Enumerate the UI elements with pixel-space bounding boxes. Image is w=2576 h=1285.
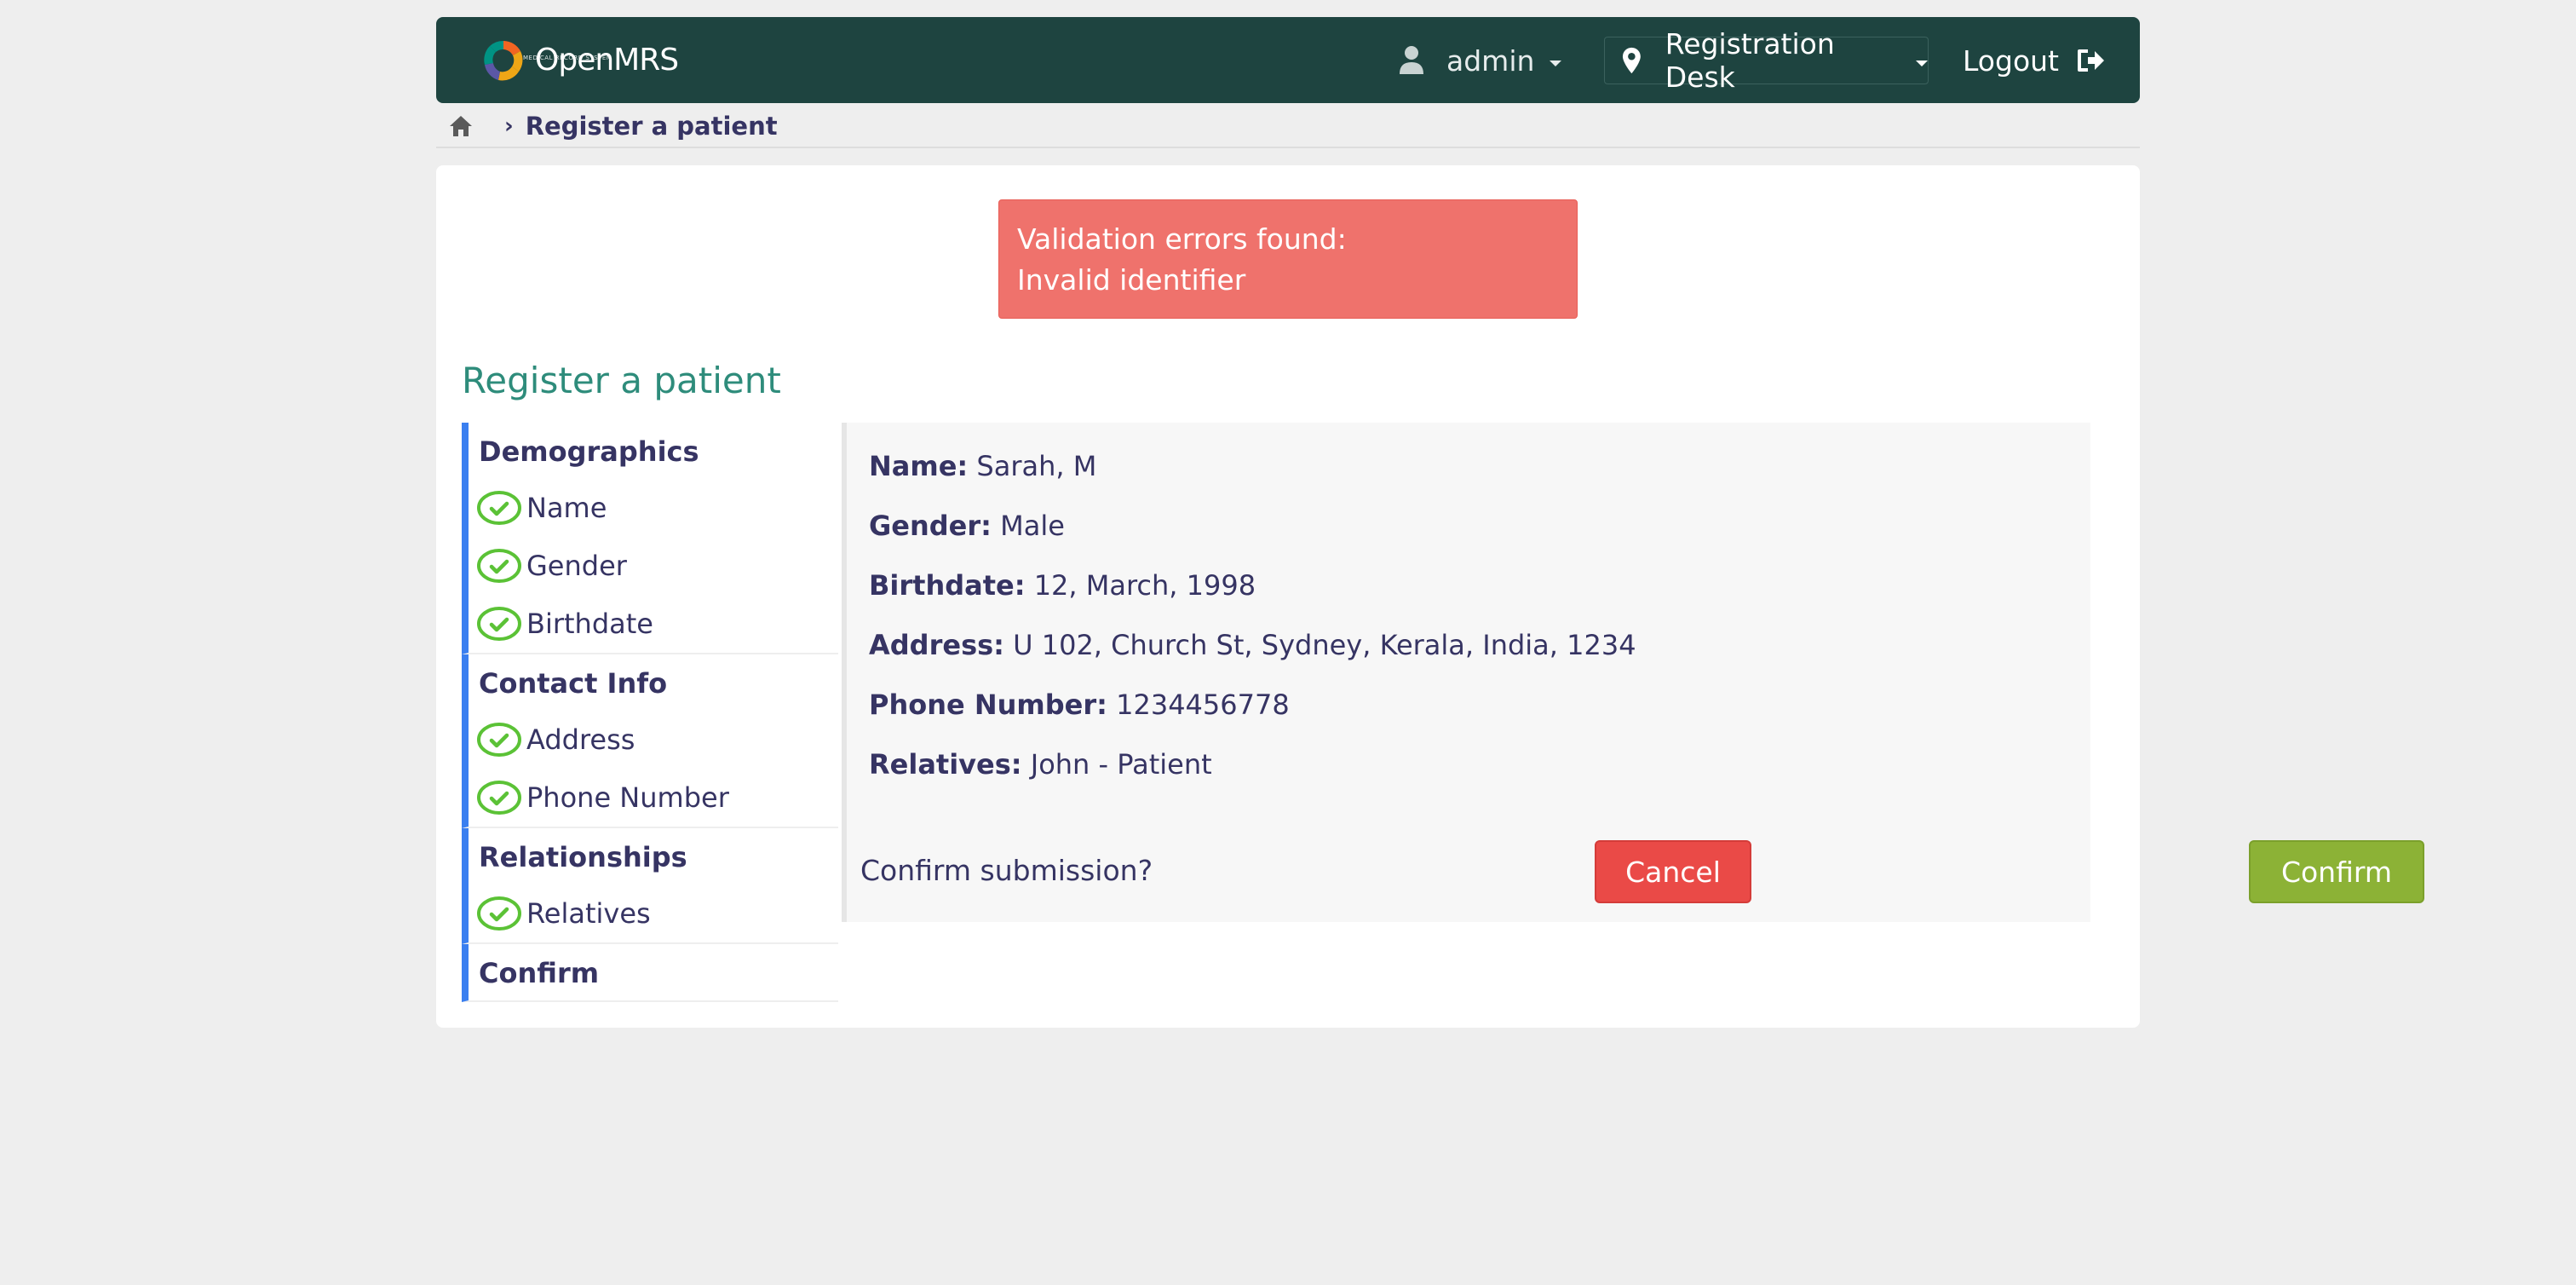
- step-header-confirm[interactable]: Confirm: [469, 944, 838, 1000]
- registration-steps: Demographics Name Gender Birthdate Conta…: [462, 423, 838, 1002]
- logout-link[interactable]: Logout: [1963, 39, 2105, 82]
- home-icon[interactable]: [448, 114, 474, 138]
- breadcrumb-current: Register a patient: [525, 112, 778, 141]
- user-icon: [1400, 46, 1423, 74]
- confirm-question: Confirm submission?: [860, 854, 1153, 887]
- chevron-right-icon: ›: [504, 113, 514, 139]
- summary-birthdate-value: 12, March, 1998: [1033, 569, 1256, 602]
- chevron-down-icon: [1916, 60, 1928, 66]
- check-circle-icon: [477, 607, 521, 641]
- top-header: OpenMRS MEDICAL RECORD SYSTEM admin Regi…: [436, 17, 2140, 103]
- step-item-name[interactable]: Name: [469, 479, 838, 537]
- step-item-address[interactable]: Address: [469, 711, 838, 769]
- summary-phone-value: 1234456778: [1116, 689, 1290, 721]
- summary-gender-label: Gender:: [869, 510, 992, 542]
- step-item-gender[interactable]: Gender: [469, 537, 838, 595]
- summary-address-value: U 102, Church St, Sydney, Kerala, India,…: [1013, 629, 1636, 661]
- breadcrumb-divider: [436, 147, 2140, 148]
- page-title: Register a patient: [462, 360, 781, 401]
- summary-relatives-value: John - Patient: [1030, 748, 1212, 781]
- summary-name-label: Name:: [869, 450, 969, 482]
- cancel-button[interactable]: Cancel: [1595, 840, 1751, 903]
- check-circle-icon: [477, 896, 521, 931]
- step-label: Address: [526, 723, 635, 756]
- summary-phone-label: Phone Number:: [869, 689, 1107, 721]
- logout-label: Logout: [1963, 43, 2059, 78]
- check-circle-icon: [477, 491, 521, 525]
- step-section-relationships: Relationships Relatives: [462, 828, 838, 944]
- summary-address: Address: U 102, Church St, Sydney, Keral…: [869, 629, 1636, 661]
- step-label: Birthdate: [526, 608, 653, 640]
- step-section-demographics: Demographics Name Gender Birthdate: [462, 423, 838, 654]
- confirmation-summary: Name: Sarah, M Gender: Male Birthdate: 1…: [842, 423, 2424, 922]
- step-label: Phone Number: [526, 781, 729, 814]
- summary-gender: Gender: Male: [869, 510, 1065, 542]
- step-header-demographics[interactable]: Demographics: [469, 423, 838, 479]
- summary-phone: Phone Number: 1234456778: [869, 689, 1290, 721]
- validation-error-alert: Validation errors found: Invalid identif…: [998, 199, 1578, 319]
- summary-birthdate-label: Birthdate:: [869, 569, 1026, 602]
- step-header-relationships[interactable]: Relationships: [469, 828, 838, 885]
- location-selector[interactable]: Registration Desk: [1604, 27, 1929, 94]
- user-name: admin: [1446, 43, 1535, 78]
- map-marker-icon: [1622, 47, 1641, 74]
- summary-relatives-label: Relatives:: [869, 748, 1022, 781]
- summary-address-label: Address:: [869, 629, 1004, 661]
- logo-subtitle: MEDICAL RECORD SYSTEM: [523, 55, 612, 61]
- summary-relatives: Relatives: John - Patient: [869, 748, 1212, 781]
- summary-gender-value: Male: [1000, 510, 1065, 542]
- sign-out-icon: [2078, 49, 2104, 72]
- step-label: Relatives: [526, 897, 651, 930]
- openmrs-logo-icon: [484, 40, 523, 81]
- step-header-contact-info[interactable]: Contact Info: [469, 654, 838, 711]
- alert-message: Invalid identifier: [1017, 263, 1246, 297]
- location-name: Registration Desk: [1665, 27, 1835, 94]
- alert-title: Validation errors found:: [1017, 222, 1347, 256]
- chevron-down-icon: [1550, 60, 1562, 66]
- step-item-phone-number[interactable]: Phone Number: [469, 769, 838, 827]
- summary-name: Name: Sarah, M: [869, 450, 1096, 482]
- step-item-relatives[interactable]: Relatives: [469, 885, 838, 942]
- user-menu[interactable]: admin: [1399, 39, 1562, 82]
- step-section-confirm: Confirm: [462, 944, 838, 1002]
- check-circle-icon: [477, 781, 521, 815]
- breadcrumb: › Register a patient: [448, 109, 778, 143]
- step-section-contact-info: Contact Info Address Phone Number: [462, 654, 838, 828]
- step-label: Name: [526, 492, 607, 524]
- main-card: Validation errors found: Invalid identif…: [436, 165, 2424, 1028]
- check-circle-icon: [477, 723, 521, 757]
- summary-birthdate: Birthdate: 12, March, 1998: [869, 569, 1256, 602]
- summary-name-value: Sarah, M: [976, 450, 1097, 482]
- step-item-birthdate[interactable]: Birthdate: [469, 595, 838, 653]
- step-label: Gender: [526, 550, 627, 582]
- check-circle-icon: [477, 549, 521, 583]
- confirm-button[interactable]: Confirm: [2249, 840, 2424, 903]
